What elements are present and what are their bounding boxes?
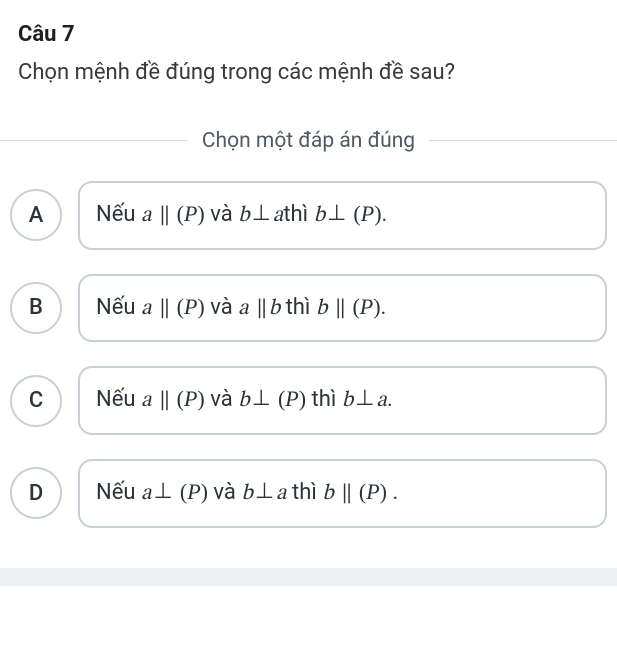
math-plane: (P) bbox=[352, 294, 380, 319]
option-letter: B bbox=[29, 295, 43, 320]
option-answer-b[interactable]: Nếu a ∥ (P) và a ∥b thì b ∥ (P). bbox=[78, 274, 607, 343]
option-letter: C bbox=[29, 388, 43, 413]
option-radio-c[interactable]: C bbox=[10, 375, 62, 427]
instruction-row: Chọn một đáp án đúng bbox=[0, 129, 617, 153]
math-var: a bbox=[141, 483, 152, 505]
answer-tail: . bbox=[387, 387, 393, 412]
answer-then: thì bbox=[306, 387, 342, 412]
math-var: b bbox=[269, 298, 280, 320]
perp-icon: ⊥ bbox=[327, 198, 346, 228]
math-var: a bbox=[238, 298, 249, 320]
option-answer-a[interactable]: Nếu a ∥ (P) và b⊥athì b⊥ (P). bbox=[78, 181, 607, 250]
math-var: b bbox=[342, 390, 353, 412]
option-letter: A bbox=[29, 203, 44, 228]
math-var: b bbox=[316, 298, 327, 320]
options-list: A Nếu a ∥ (P) và b⊥athì b⊥ (P). B Nếu a … bbox=[0, 181, 617, 568]
math-var: b bbox=[238, 205, 249, 227]
option-radio-b[interactable]: B bbox=[10, 282, 62, 334]
math-plane: (P) bbox=[180, 479, 208, 504]
math-plane: (P) bbox=[177, 294, 205, 319]
math-var: b bbox=[314, 205, 325, 227]
question-text: Chọn mệnh đề đúng trong các mệnh đề sau? bbox=[18, 57, 599, 89]
answer-connector: và bbox=[208, 480, 241, 505]
math-var: a bbox=[141, 390, 152, 412]
answer-then: thì bbox=[280, 295, 316, 320]
option-radio-a[interactable]: A bbox=[10, 189, 62, 241]
parallel-icon: ∥ bbox=[341, 483, 352, 505]
math-plane: (P) bbox=[359, 479, 387, 504]
option-answer-c[interactable]: Nếu a ∥ (P) và b⊥ (P) thì b⊥a. bbox=[78, 366, 607, 435]
question-number: Câu 7 bbox=[18, 22, 599, 47]
answer-tail: . bbox=[387, 480, 398, 505]
option-row: D Nếu a⊥ (P) và b⊥a thì b ∥ (P) . bbox=[10, 459, 607, 528]
math-var: b bbox=[238, 390, 249, 412]
math-plane: (P) bbox=[278, 386, 306, 411]
answer-prefix: Nếu bbox=[96, 202, 141, 227]
answer-connector: và bbox=[205, 295, 238, 320]
option-row: C Nếu a ∥ (P) và b⊥ (P) thì b⊥a. bbox=[10, 366, 607, 435]
math-plane: (P) bbox=[177, 201, 205, 226]
math-var: b bbox=[241, 483, 252, 505]
divider-right bbox=[429, 140, 617, 141]
option-row: B Nếu a ∥ (P) và a ∥b thì b ∥ (P). bbox=[10, 274, 607, 343]
parallel-icon: ∥ bbox=[159, 298, 170, 320]
answer-connector: và bbox=[205, 202, 238, 227]
footer-bar bbox=[0, 568, 617, 586]
perp-icon: ⊥ bbox=[355, 383, 374, 413]
perp-icon: ⊥ bbox=[255, 476, 274, 506]
parallel-icon: ∥ bbox=[159, 205, 170, 227]
answer-prefix: Nếu bbox=[96, 387, 141, 412]
math-var: a bbox=[141, 298, 152, 320]
math-plane: (P) bbox=[177, 386, 205, 411]
answer-tail: . bbox=[382, 202, 388, 227]
question-header: Câu 7 Chọn mệnh đề đúng trong các mệnh đ… bbox=[0, 0, 617, 101]
math-var: a bbox=[141, 205, 152, 227]
option-letter: D bbox=[29, 481, 43, 506]
answer-tail: . bbox=[381, 295, 387, 320]
answer-then: thì bbox=[283, 202, 313, 227]
perp-icon: ⊥ bbox=[154, 476, 173, 506]
math-var: a bbox=[276, 483, 287, 505]
math-var: a bbox=[273, 205, 284, 227]
option-row: A Nếu a ∥ (P) và b⊥athì b⊥ (P). bbox=[10, 181, 607, 250]
parallel-icon: ∥ bbox=[256, 298, 267, 320]
answer-prefix: Nếu bbox=[96, 480, 141, 505]
divider-left bbox=[0, 140, 188, 141]
option-answer-d[interactable]: Nếu a⊥ (P) và b⊥a thì b ∥ (P) . bbox=[78, 459, 607, 528]
option-radio-d[interactable]: D bbox=[10, 467, 62, 519]
math-var: b bbox=[322, 483, 333, 505]
perp-icon: ⊥ bbox=[252, 383, 271, 413]
answer-connector: và bbox=[205, 387, 238, 412]
math-var: a bbox=[376, 390, 387, 412]
parallel-icon: ∥ bbox=[334, 298, 345, 320]
answer-prefix: Nếu bbox=[96, 295, 141, 320]
perp-icon: ⊥ bbox=[252, 198, 271, 228]
answer-then: thì bbox=[287, 480, 323, 505]
parallel-icon: ∥ bbox=[159, 390, 170, 412]
instruction-text: Chọn một đáp án đúng bbox=[202, 129, 415, 153]
math-plane: (P) bbox=[353, 201, 381, 226]
